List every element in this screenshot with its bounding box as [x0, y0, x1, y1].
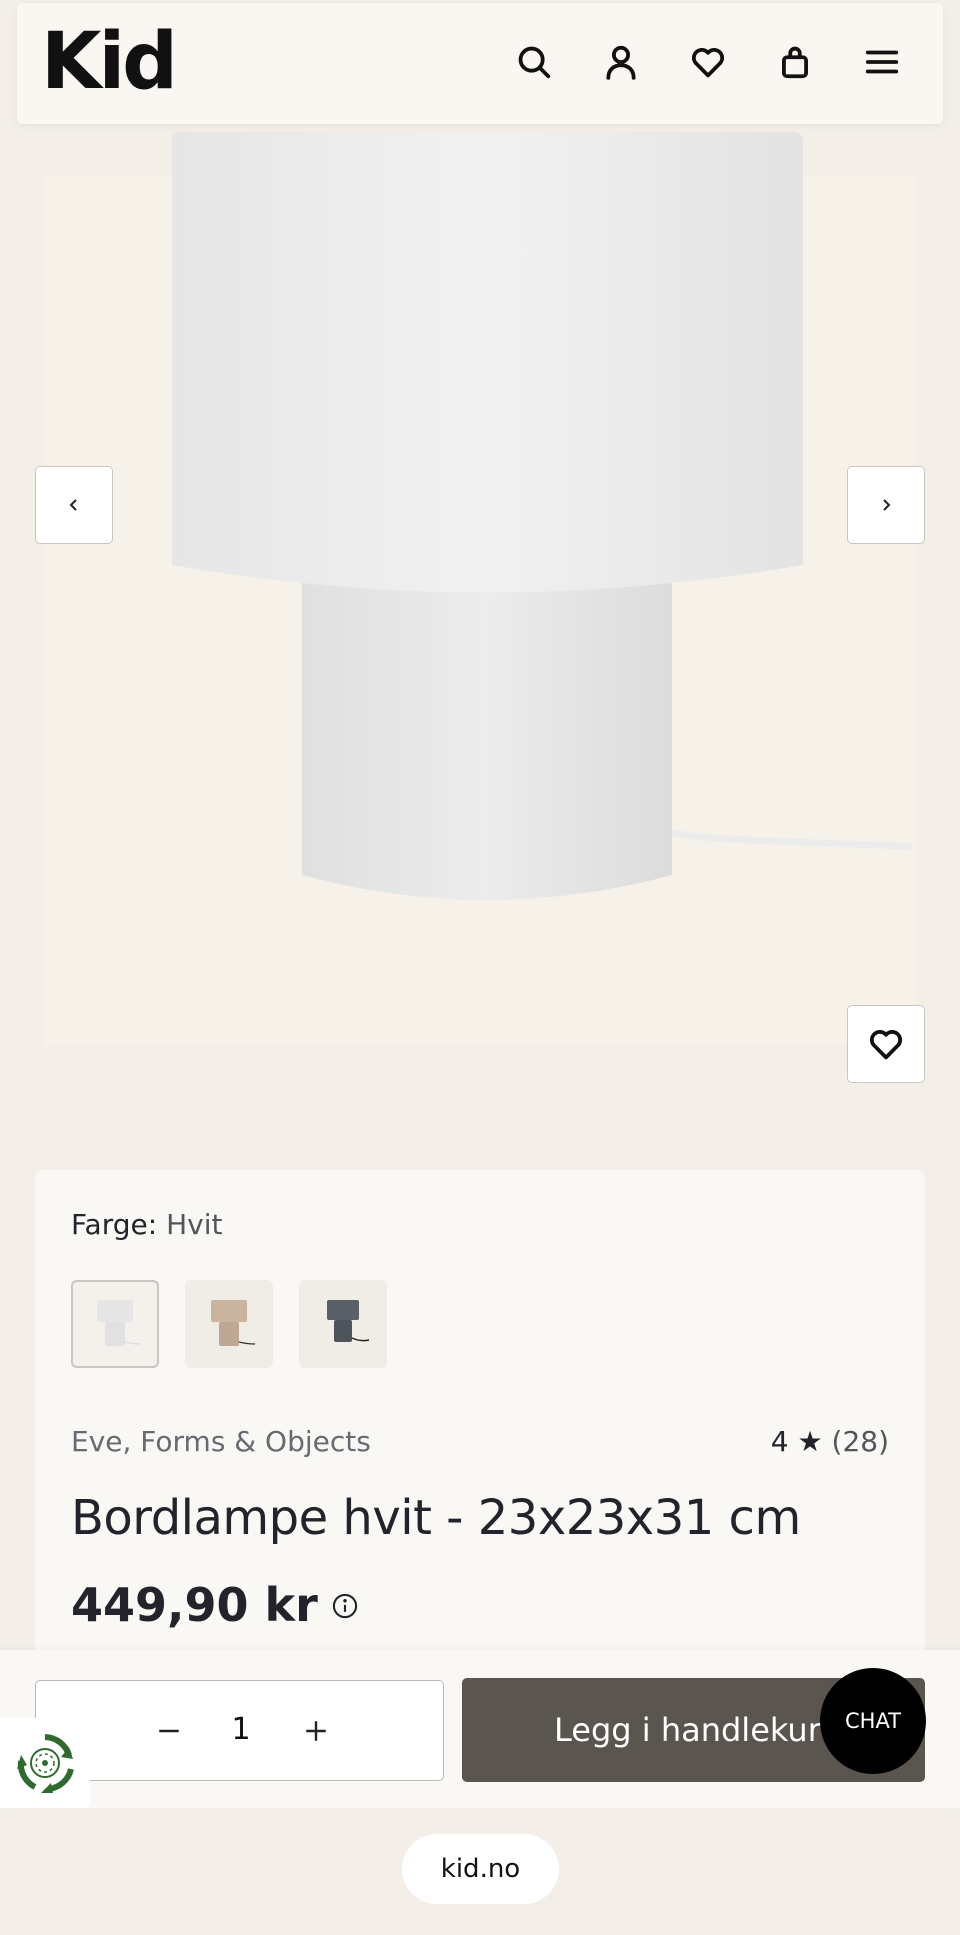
product-image [172, 132, 913, 900]
rating-count: (28) [831, 1425, 889, 1458]
add-to-cart-bar: 1 Legg i handlekurv [0, 1650, 960, 1808]
color-label: Farge: Hvit [71, 1208, 222, 1241]
plus-icon [306, 1721, 326, 1741]
bag-icon[interactable] [768, 35, 822, 89]
chevron-right-icon [883, 499, 891, 511]
kid-logo[interactable]: Kid [41, 17, 178, 107]
swatch-lamp-image [327, 1300, 370, 1342]
eco-badge[interactable] [0, 1718, 90, 1808]
previous-image-button[interactable] [35, 466, 113, 544]
product-rating[interactable]: 4 ★ (28) [771, 1425, 889, 1458]
menu-icon[interactable] [855, 35, 909, 89]
quantity-value[interactable]: 1 [226, 1712, 256, 1747]
user-icon[interactable] [594, 35, 648, 89]
heart-icon[interactable] [681, 35, 735, 89]
product-info-card: Farge: Hvit Eve, Forms & Objects 4 ★ (28… [35, 1170, 925, 1670]
chat-label: CHAT [844, 1709, 902, 1733]
search-icon[interactable] [507, 35, 561, 89]
quantity-stepper: 1 [35, 1680, 444, 1781]
product-price: 449,90 kr [71, 1578, 318, 1632]
add-to-cart-label: Legg i handlekurv [554, 1711, 840, 1749]
price-info-icon[interactable] [331, 1592, 359, 1620]
site-header: Kid [17, 3, 943, 124]
chevron-left-icon [69, 499, 77, 511]
rating-value: 4 ★ [770, 1425, 823, 1458]
recycle-badge-icon [17, 1734, 74, 1793]
color-swatch-white[interactable] [71, 1280, 159, 1368]
color-swatch-beige[interactable] [185, 1280, 273, 1368]
swatch-lamp-image [97, 1300, 142, 1346]
chat-button[interactable]: CHAT [820, 1668, 926, 1774]
color-label-text: Farge: [71, 1208, 158, 1241]
quantity-increase-button[interactable] [294, 1709, 338, 1753]
next-image-button[interactable] [847, 466, 925, 544]
product-title: Bordlampe hvit - 23x23x31 cm [71, 1490, 801, 1546]
minus-icon [159, 1729, 179, 1733]
domain-label: kid.no [402, 1834, 559, 1904]
add-to-wishlist-button[interactable] [847, 1005, 925, 1083]
color-swatch-grey[interactable] [299, 1280, 387, 1368]
quantity-decrease-button[interactable] [147, 1709, 191, 1753]
heart-icon [869, 1030, 903, 1060]
color-value: Hvit [166, 1208, 223, 1241]
swatch-lamp-image [211, 1300, 256, 1346]
product-brand[interactable]: Eve, Forms & Objects [71, 1425, 371, 1458]
